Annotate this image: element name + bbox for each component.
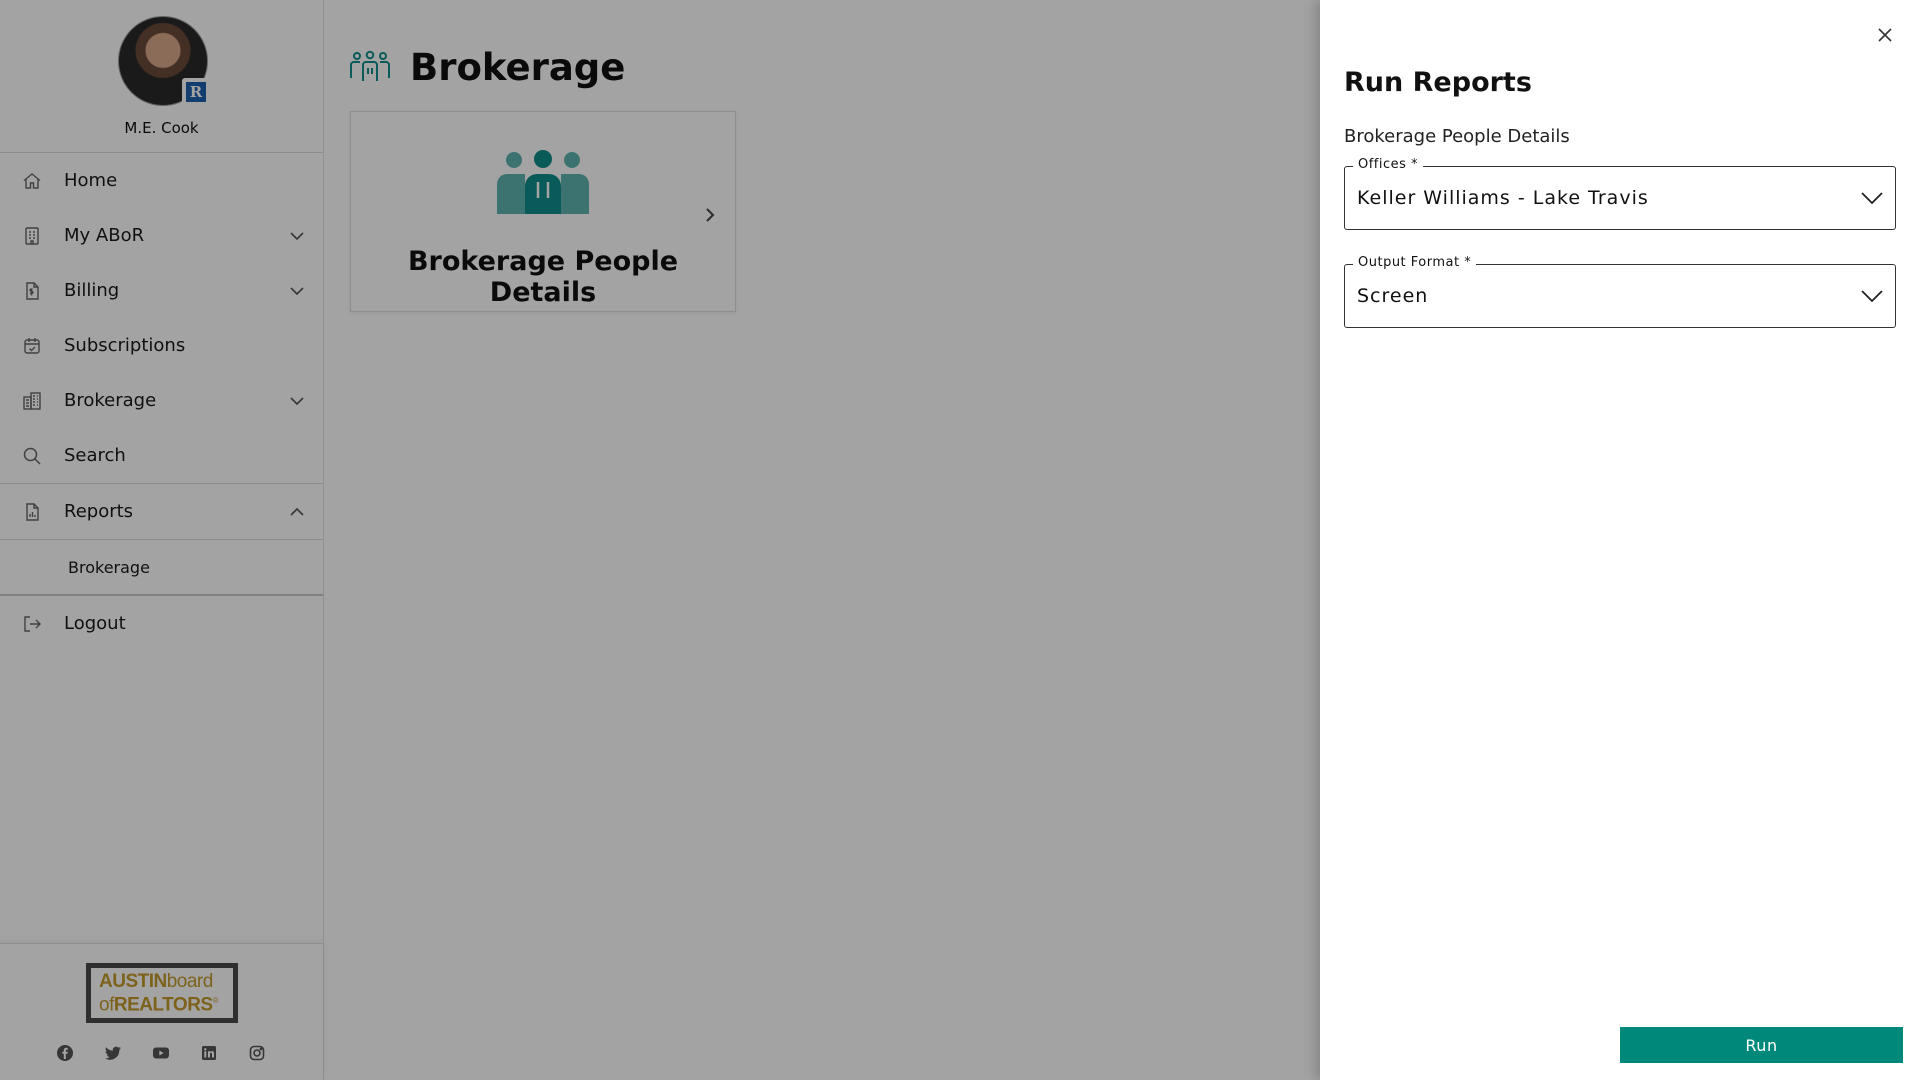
output-format-value: Screen xyxy=(1357,285,1429,307)
drawer-subtitle: Brokerage People Details xyxy=(1344,126,1570,147)
chevron-down-icon xyxy=(1861,192,1883,205)
close-icon xyxy=(1878,28,1892,42)
output-format-select[interactable]: Output Format * Screen xyxy=(1344,255,1896,328)
run-button[interactable]: Run xyxy=(1620,1027,1903,1063)
offices-value: Keller Williams - Lake Travis xyxy=(1357,187,1649,209)
close-button[interactable] xyxy=(1872,22,1898,48)
drawer-title: Run Reports xyxy=(1344,67,1532,98)
chevron-down-icon xyxy=(1861,290,1883,303)
offices-label: Offices * xyxy=(1353,157,1424,172)
run-reports-drawer: Run Reports Brokerage People Details Off… xyxy=(1320,0,1920,1080)
output-format-label: Output Format * xyxy=(1353,255,1477,270)
offices-select[interactable]: Offices * Keller Williams - Lake Travis xyxy=(1344,157,1896,230)
